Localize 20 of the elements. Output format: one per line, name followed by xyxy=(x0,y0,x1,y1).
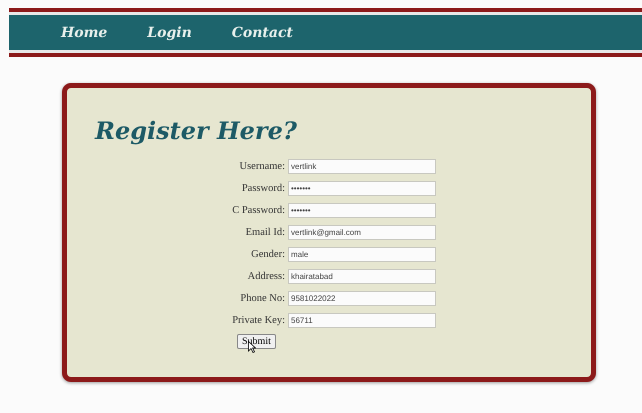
input-field[interactable]: male xyxy=(288,247,436,262)
field-label: C Password: xyxy=(231,204,285,218)
field-label: Email Id: xyxy=(244,226,285,240)
input-field[interactable]: ••••••• xyxy=(288,203,436,218)
nav-link[interactable]: Login xyxy=(147,24,192,40)
field-label: Gender: xyxy=(250,248,285,262)
nav-link[interactable]: Contact xyxy=(232,24,293,40)
field-label: Password: xyxy=(240,182,285,196)
field-label: Private Key: xyxy=(231,314,285,328)
input-field[interactable]: vertlink xyxy=(288,159,436,174)
field-label: Address: xyxy=(246,270,285,284)
input-field[interactable]: vertlink@gmail.com xyxy=(288,225,436,240)
input-field[interactable]: 56711 xyxy=(288,313,436,328)
form-title: Register Here? xyxy=(95,116,297,145)
field-label: Phone No: xyxy=(239,292,285,306)
input-field[interactable]: ••••••• xyxy=(288,181,436,196)
nav-link[interactable]: Home xyxy=(61,24,108,40)
field-label: Username: xyxy=(238,160,285,174)
input-field[interactable]: 9581022022 xyxy=(288,291,436,306)
input-field[interactable]: khairatabad xyxy=(288,269,436,284)
